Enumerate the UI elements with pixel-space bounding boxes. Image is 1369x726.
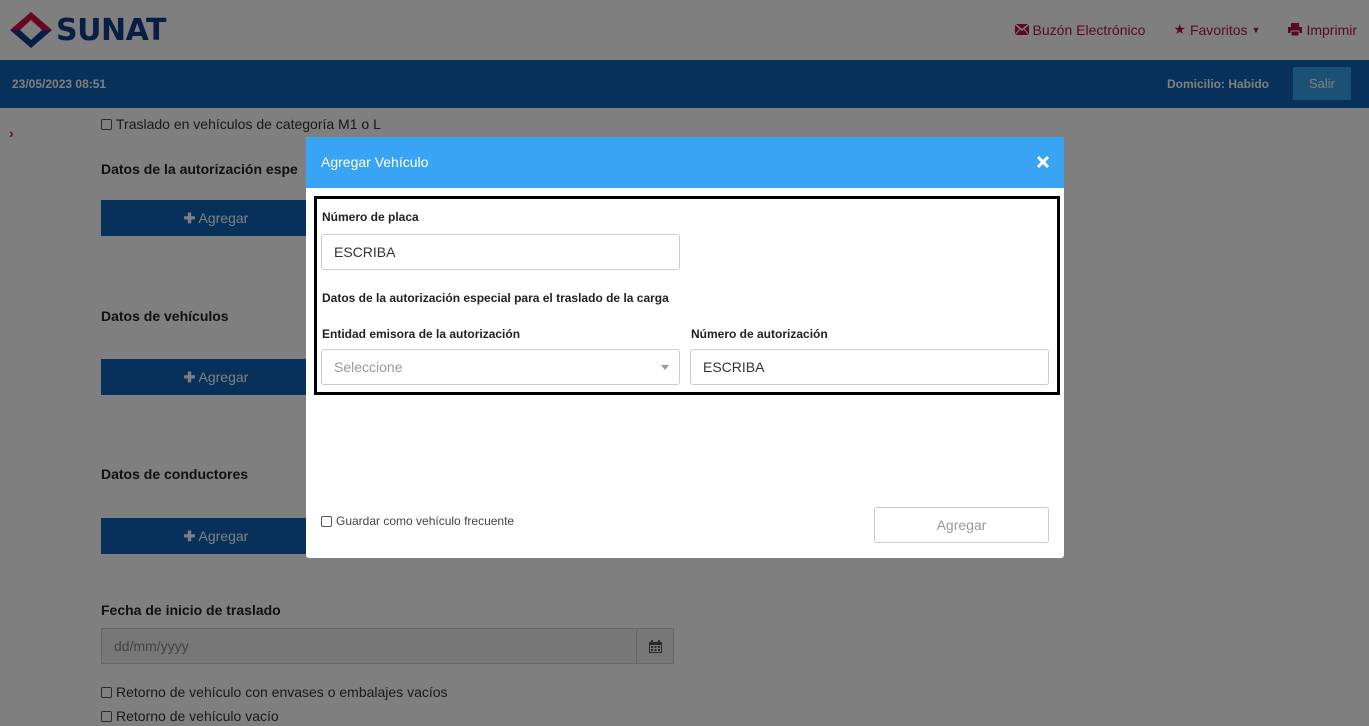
chevron-down-icon: [661, 365, 669, 370]
numero-autorizacion-input[interactable]: ESCRIBA: [690, 349, 1049, 385]
placa-label: Número de placa: [322, 210, 419, 224]
entidad-label: Entidad emisora de la autorización: [322, 327, 521, 341]
placa-input[interactable]: ESCRIBA: [321, 234, 680, 270]
entidad-select[interactable]: Seleccione: [321, 349, 680, 385]
close-icon[interactable]: [1035, 154, 1051, 170]
agregar-vehiculo-button[interactable]: Agregar: [874, 507, 1049, 543]
entidad-selected-value: Seleccione: [334, 359, 403, 375]
guardar-frecuente-checkbox[interactable]: Guardar como vehículo frecuente: [321, 514, 514, 528]
modal-title: Agregar Vehículo: [321, 154, 429, 170]
autorizacion-heading: Datos de la autorización especial para e…: [322, 291, 669, 305]
guardar-frecuente-box[interactable]: [321, 515, 332, 527]
agregar-vehiculo-modal: Agregar Vehículo Número de placa ESCRIBA…: [306, 137, 1064, 558]
modal-header: Agregar Vehículo: [306, 137, 1064, 188]
guardar-frecuente-label: Guardar como vehículo frecuente: [336, 514, 515, 528]
numero-autorizacion-label: Número de autorización: [691, 327, 828, 341]
